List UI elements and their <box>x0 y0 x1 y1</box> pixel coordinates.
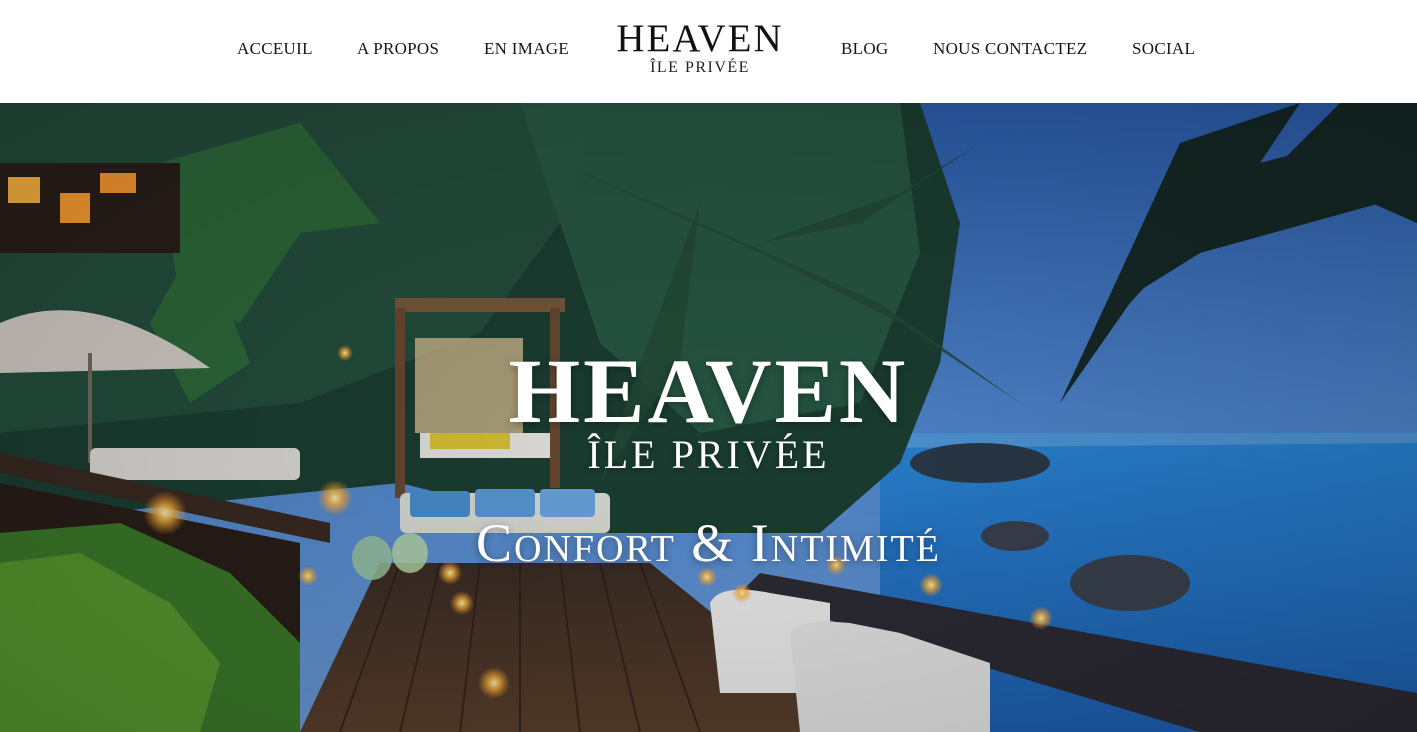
nav-social[interactable]: SOCIAL <box>1132 39 1195 59</box>
nav-nous-contactez[interactable]: NOUS CONTACTEZ <box>933 39 1087 59</box>
logo-subtitle: ÎLE PRIVÉE <box>650 59 750 76</box>
nav-en-image[interactable]: EN IMAGE <box>484 39 569 59</box>
site-header: ACCEUIL A PROPOS EN IMAGE HEAVEN ÎLE PRI… <box>0 0 1417 103</box>
hero-subtitle: ÎLE PRIVÉE <box>587 432 830 477</box>
site-logo[interactable]: HEAVEN ÎLE PRIVÉE <box>600 18 800 82</box>
hero-tagline: Confort & Intimité <box>476 513 941 573</box>
nav-accueil[interactable]: ACCEUIL <box>237 39 313 59</box>
nav-blog[interactable]: BLOG <box>841 39 888 59</box>
hero-banner: HEAVEN ÎLE PRIVÉE Confort & Intimité <box>0 103 1417 732</box>
logo-title: HEAVEN <box>616 17 784 60</box>
nav-a-propos[interactable]: A PROPOS <box>357 39 439 59</box>
hero-title: HEAVEN <box>508 340 909 442</box>
